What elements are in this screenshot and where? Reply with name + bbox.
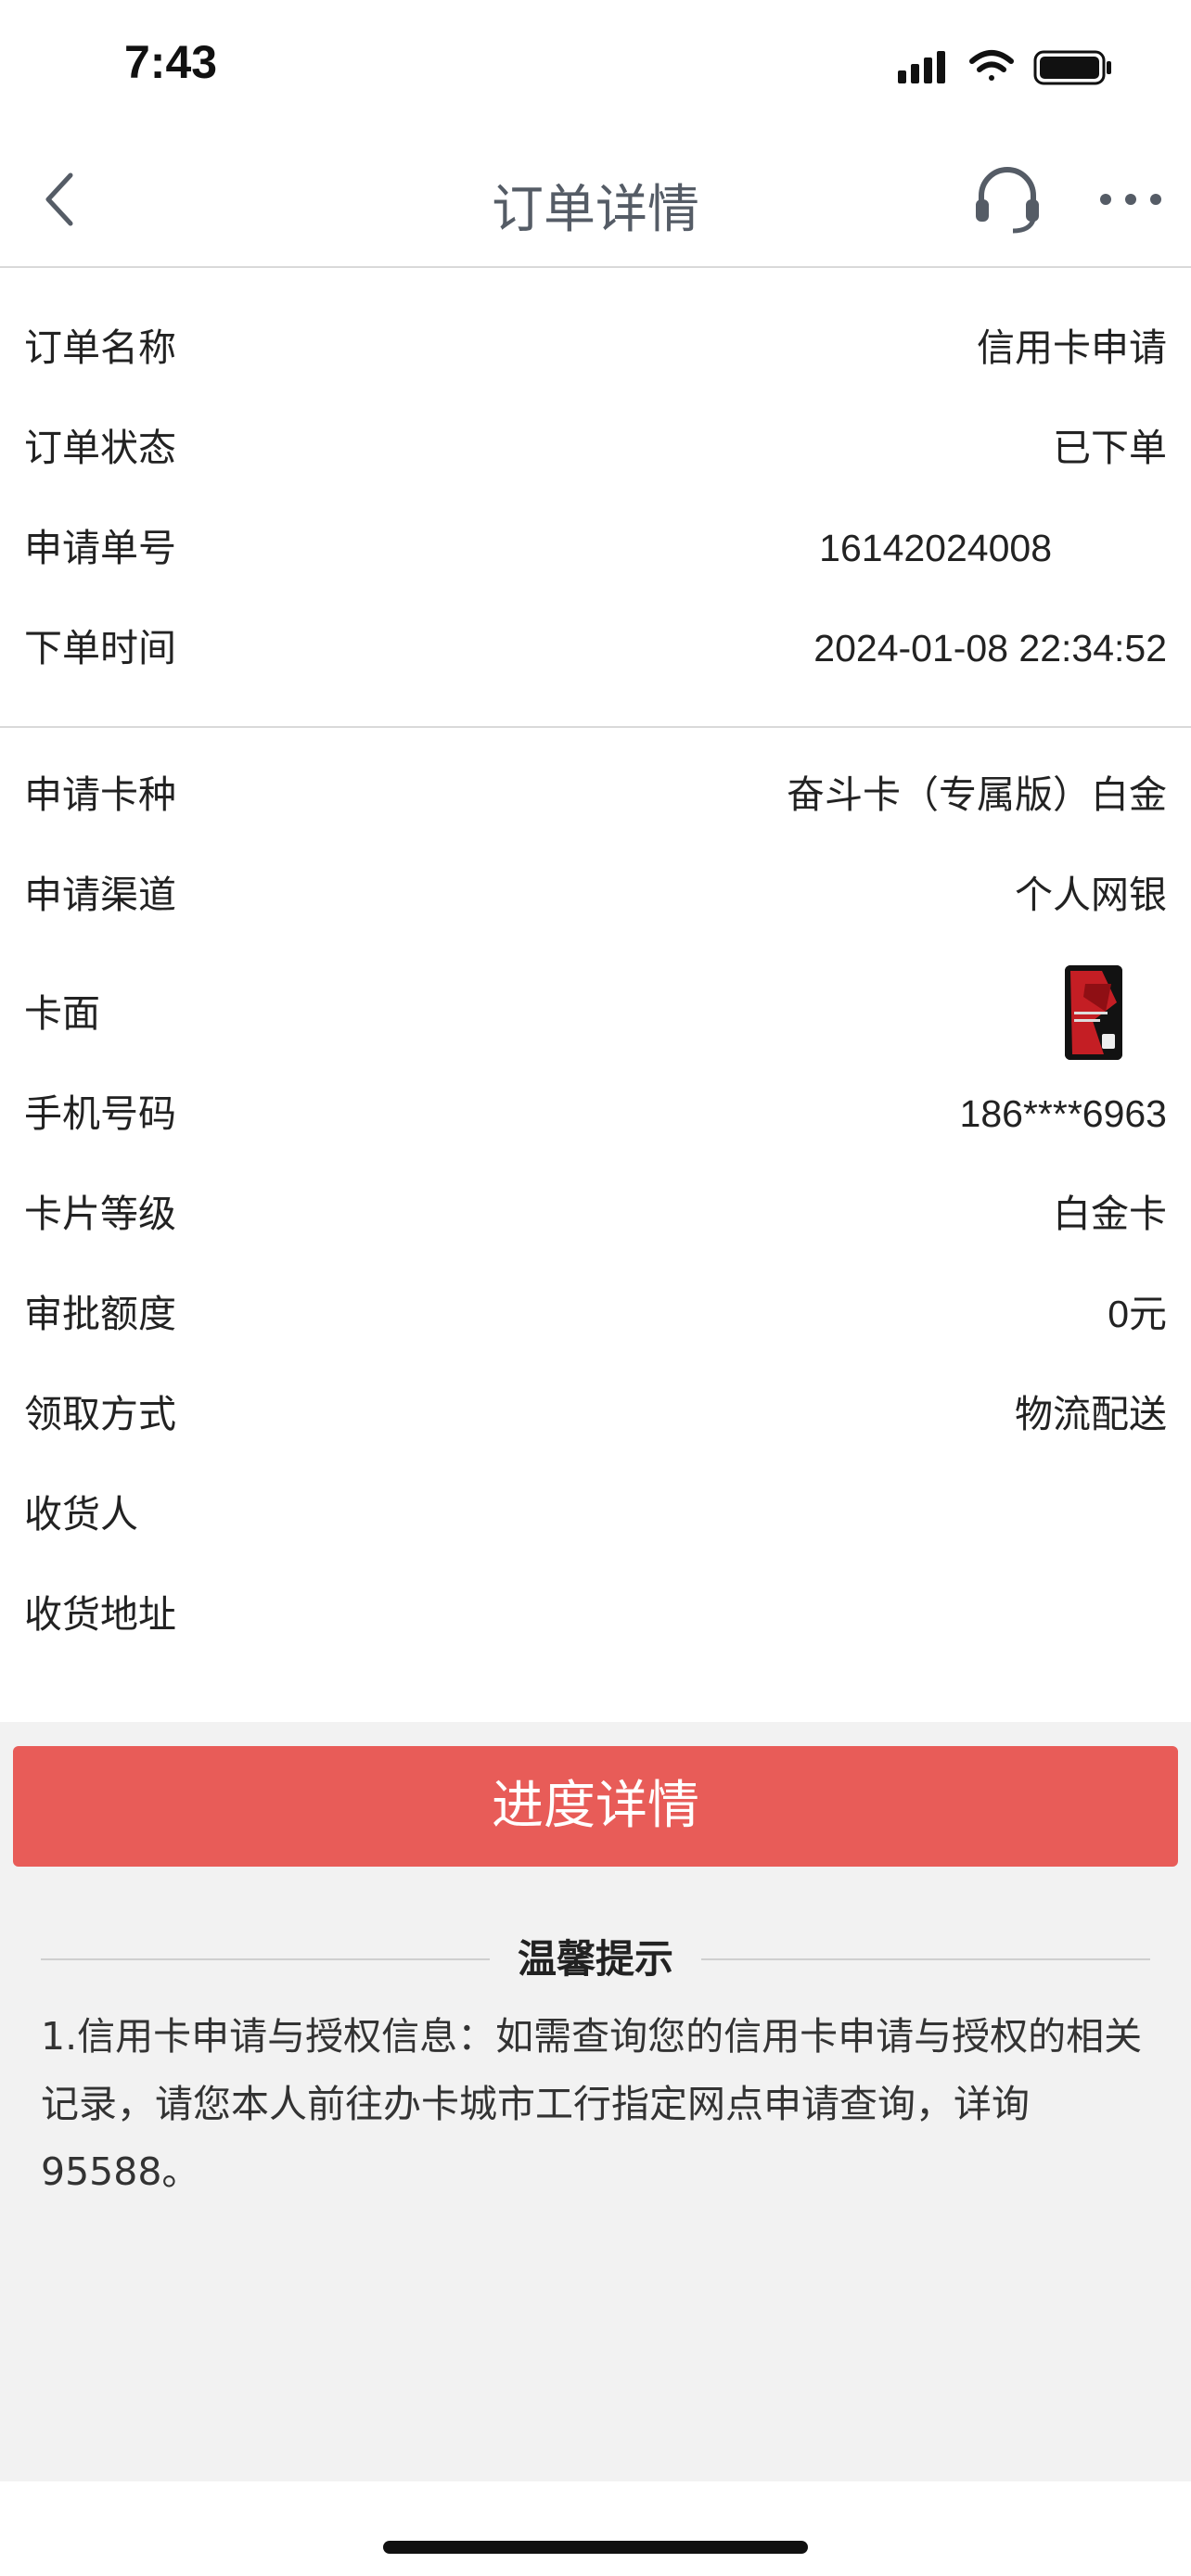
channel-value: 个人网银 [1015, 874, 1167, 916]
tips-header: 温馨提示 [41, 1927, 1150, 1992]
order-name-value: 信用卡申请 [977, 326, 1167, 369]
credit-limit-row: 审批额度 0元 [0, 1268, 1191, 1360]
card-type-label: 申请卡种 [24, 772, 176, 817]
credit-limit-label: 审批额度 [24, 1292, 176, 1336]
phone-row: 手机号码 186****6963 [0, 1067, 1191, 1160]
home-indicator[interactable] [383, 2541, 808, 2554]
status-icons [898, 50, 1111, 85]
card-type-value: 奋斗卡（专属版）白金 [787, 773, 1167, 816]
headset-icon[interactable] [972, 162, 1043, 236]
card-face-image[interactable] [1065, 965, 1122, 1060]
order-status-value: 已下单 [1053, 427, 1167, 469]
status-bar: 7:43 [0, 0, 1191, 134]
phone-label: 手机号码 [24, 1091, 176, 1136]
card-face-row: 卡面 [0, 949, 1191, 1078]
delivery-method-label: 领取方式 [24, 1392, 176, 1436]
order-time-row: 下单时间 2024-01-08 22:34:52 [0, 602, 1191, 695]
application-number-row: 申请单号 16142024008 [0, 502, 1191, 594]
order-name-row: 订单名称 信用卡申请 [0, 301, 1191, 394]
channel-row: 申请渠道 个人网银 [0, 848, 1191, 941]
status-time: 7:43 [124, 36, 218, 88]
card-face-label: 卡面 [24, 991, 100, 1036]
card-level-label: 卡片等级 [24, 1192, 176, 1236]
application-number-value: 16142024008 [819, 527, 1052, 569]
progress-detail-button[interactable]: 进度详情 [13, 1746, 1178, 1867]
more-dots-icon[interactable] [1098, 188, 1163, 210]
recipient-label: 收货人 [24, 1492, 138, 1537]
channel-label: 申请渠道 [24, 873, 176, 917]
recipient-row: 收货人 [0, 1468, 1191, 1561]
order-time-value: 2024-01-08 22:34:52 [813, 627, 1167, 670]
tips-title: 温馨提示 [41, 1927, 1150, 1992]
order-status-label: 订单状态 [24, 426, 176, 470]
delivery-method-value: 物流配送 [1015, 1393, 1167, 1435]
card-detail-section: 申请卡种 奋斗卡（专属版）白金 申请渠道 个人网银 卡面 手机号码 186***… [0, 728, 1191, 1722]
phone-value: 186****6963 [959, 1092, 1167, 1135]
signal-icon [898, 51, 945, 83]
tips-text: 1.信用卡申请与授权信息：如需查询您的信用卡申请与授权的相关记录，请您本人前往办… [41, 2014, 1143, 2194]
delivery-method-row: 领取方式 物流配送 [0, 1368, 1191, 1460]
address-row: 收货地址 [0, 1568, 1191, 1661]
nav-bar: 订单详情 [0, 134, 1191, 268]
application-number-label: 申请单号 [24, 526, 176, 570]
address-label: 收货地址 [24, 1592, 176, 1637]
card-level-row: 卡片等级 白金卡 [0, 1167, 1191, 1260]
card-level-value: 白金卡 [1053, 1192, 1167, 1235]
order-info-section: 订单名称 信用卡申请 订单状态 已下单 申请单号 16142024008 下单时… [0, 268, 1191, 728]
order-status-row: 订单状态 已下单 [0, 402, 1191, 494]
credit-limit-value: 0元 [1108, 1293, 1167, 1335]
battery-icon [1033, 50, 1111, 85]
card-type-row: 申请卡种 奋斗卡（专属版）白金 [0, 748, 1191, 841]
order-name-label: 订单名称 [24, 325, 176, 370]
order-time-label: 下单时间 [24, 626, 176, 670]
home-area [0, 2481, 1191, 2576]
wifi-icon [969, 50, 1014, 81]
